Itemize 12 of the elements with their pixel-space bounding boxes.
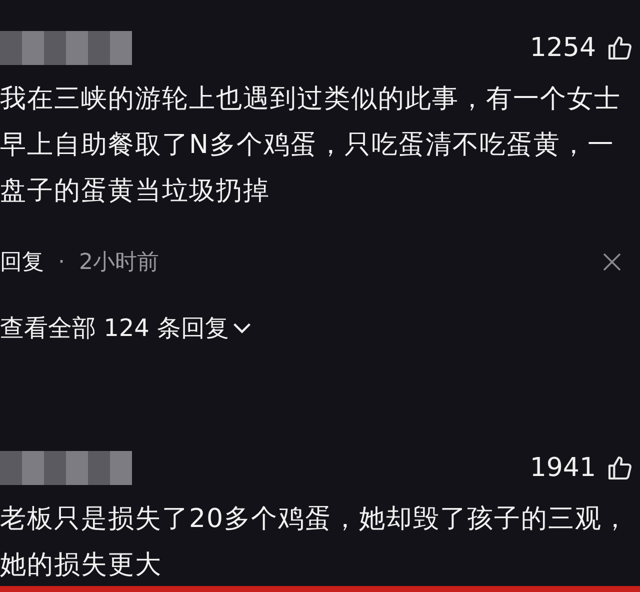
view-replies-link[interactable]: 查看全部 124 条回复	[0, 312, 252, 344]
thumbs-up-icon[interactable]	[606, 34, 634, 62]
comment-text: 我在三峡的游轮上也遇到过类似的此事，有一个女士早上自助餐取了N多个鸡蛋，只吃蛋清不吃蛋黄，一盘子的蛋黄当垃圾扔掉	[0, 83, 622, 208]
like-count: 1941	[530, 453, 596, 483]
reply-button[interactable]: 回复	[0, 247, 44, 277]
like-count: 1254	[530, 33, 596, 63]
thumbs-up-icon[interactable]	[606, 454, 634, 482]
close-icon[interactable]	[602, 252, 622, 272]
comment-text: 老板只是损失了20多个鸡蛋，她却毁了孩子的三观，她的损失更大	[0, 503, 630, 582]
separator-dot: ·	[58, 250, 65, 274]
chevron-down-icon	[233, 322, 252, 334]
comment-time: 2小时前	[79, 249, 159, 277]
